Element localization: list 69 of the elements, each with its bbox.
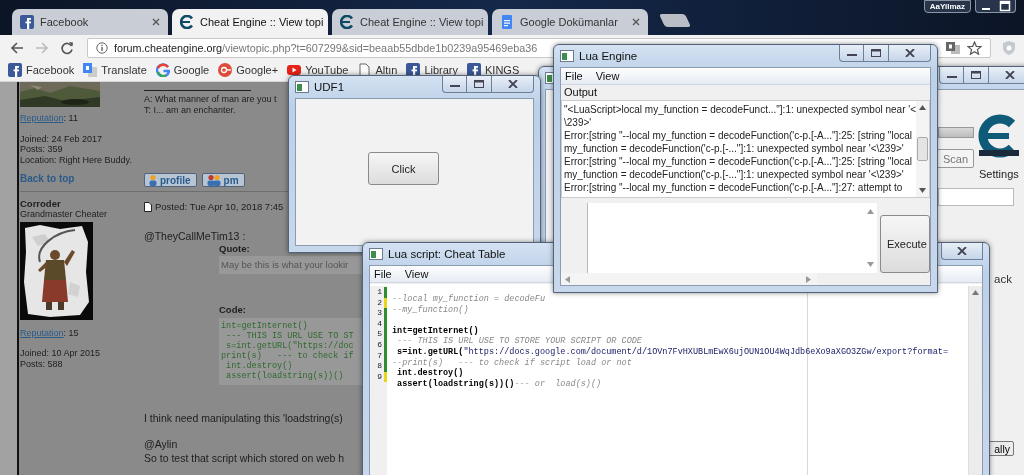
browser-tab[interactable]: Cheat Engine :: View topi [172,9,328,35]
browser-tab[interactable]: Cheat Engine :: View topi [332,9,488,35]
line-number: 2 [377,297,383,309]
menu-item[interactable]: File [565,70,583,82]
reputation-text: Reputation: 11 [20,113,78,124]
line-number: 8 [377,361,383,372]
code-line: int=getInternet() [221,321,308,331]
bookmark-link[interactable]: Translate [83,63,147,77]
profile-name-button[interactable]: AaYilmaz [923,0,971,13]
code-line: --print(s) --- to check if script load or not [392,357,632,368]
reputation-text: Reputation: 15 [20,327,79,338]
code-line: int.destroy() [396,368,464,379]
info-text: Posts: 588 [20,358,63,369]
code-line: assert(loadstring(s))()--- or load(s)() [396,378,602,389]
output-label: Output [563,85,599,100]
execute-button[interactable]: Execute [880,215,930,273]
code-line: print(s) --- to check if [221,351,354,361]
line-number: 6 [377,339,383,351]
post-text: So to test that script which stored on web h [144,452,346,464]
bookmark-link[interactable]: YouTube [287,63,349,77]
author-name: Corroder [20,198,61,209]
signature-text: T: I... am an enchanter. [144,104,236,115]
code-line: s=int.getURL("https://doc [225,341,354,351]
code-line: int=getInternet() [392,325,479,336]
url-text: forum.cheatengine.org/viewtopic.php?t=607299&sid=beaab55dbde1b0239a95469eba36 [114,41,538,54]
bookmark-link[interactable]: Google [155,63,210,77]
code-line: s=int.getURL("https://docs.google.com/document/d/1OVn7FvHXUBLmEwX6ujOUN1OU4WqJdb6eXo9aXGO3ZGw/export?format= [396,346,948,357]
click-button[interactable]: Click [368,152,439,185]
post-text: @Aylin [144,438,179,450]
output-line: \239>' [564,116,593,129]
info-text: Posts: 359 [20,144,63,155]
profile-button[interactable]: profile [144,173,197,187]
info-text: Joined: 24 Feb 2017 [20,133,103,144]
line-number: 9 [377,371,383,383]
info-text: Location: Right Here Buddy. [20,154,132,165]
browser-tab[interactable]: Facebook [12,9,168,35]
rank-text: Grandmaster Cheater [20,209,108,220]
signature-text: A: What manner of man are you t [144,94,277,105]
line-number: 4 [377,318,383,330]
output-line: my_function = decodeFunction('c-p.[-..."]:1: unexpected symbol near '<\239>' [564,142,905,155]
line-number: 1 [377,287,383,298]
code-line: --local my_function = decodeFu [392,294,546,304]
window-title: UDF1 [314,81,346,93]
code-line: --- THIS IS URL USE TO ST [225,331,354,341]
post-text: I think need manipulating this 'loadstring(s) [144,412,344,424]
code-line: int.destroy() [225,361,293,371]
line-number: 7 [377,350,383,362]
quote-label: Quote: [219,243,250,255]
bookmark-link[interactable]: Altın [357,63,398,77]
info-text: Joined: 10 Apr 2015 [20,348,101,359]
message-button[interactable]: pm [201,173,245,187]
line-number: 5 [377,329,383,340]
bookmark-link[interactable]: Facebook [8,63,75,77]
post-text: @TheyCallMeTim13 : [144,230,247,242]
menu-item[interactable]: View [595,70,620,82]
output-line: "<LuaScript>local my_function = decodeFunct..."]:1: unexpected symbol near '< [564,103,916,116]
browser-tab[interactable]: Google Dokümanlar [492,9,648,35]
code-line: --- THIS IS URL USE TO STORE YOUR SCRIPT OR CODE [396,336,642,347]
posted-date: Posted: Tue Apr 10, 2018 7:45 [155,201,284,212]
code-line: --my_function() [392,304,469,315]
code-line: assert(loadstring(s))() [225,371,344,381]
label-text: ack [994,273,1012,285]
output-line: Error:[string "--local my_function = decodeFunction('c-p.[-A..."]:25: [string "local [564,129,913,142]
output-line: my_function = decodeFunction('c-p.[-..."]:1: unexpected symbol near '<\239>' [564,168,905,181]
line-number: 3 [377,308,383,319]
settings-label[interactable]: Settings [979,168,1019,180]
bookmark-link[interactable]: Google+ [218,63,279,77]
code-label: Code: [219,304,246,316]
output-line: Error:[string "--local my_function = decodeFunction('c-p.[-A..."]:27: attempt to [564,181,904,194]
